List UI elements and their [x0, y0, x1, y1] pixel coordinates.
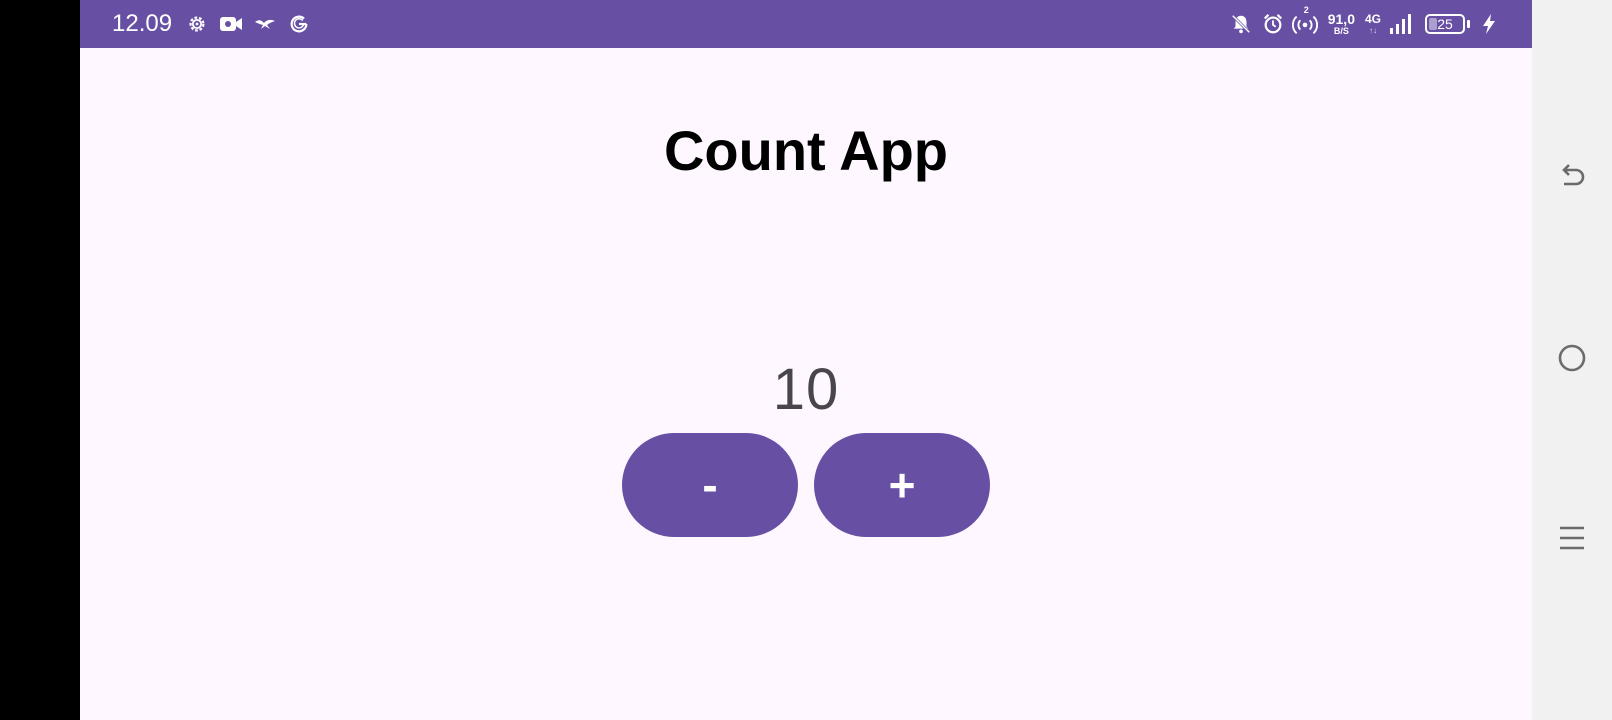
charging-bolt-icon: [1476, 11, 1502, 37]
battery-fill: [1429, 18, 1437, 30]
increment-button[interactable]: +: [814, 433, 990, 537]
decrement-button[interactable]: -: [622, 433, 798, 537]
app-window: 12.09 2 91,0 B/S 4G ↑↓ 25 Count App 10 -…: [80, 0, 1532, 720]
recent-apps-button[interactable]: [1552, 520, 1592, 560]
battery-nub: [1467, 20, 1470, 28]
home-button[interactable]: [1552, 340, 1592, 380]
network-type-label: 4G: [1364, 12, 1381, 26]
bell-off-icon: [1228, 11, 1254, 37]
settings-gear-icon: [184, 12, 210, 36]
g-logo-icon: [286, 12, 312, 36]
battery-level: 25: [1437, 16, 1453, 32]
network-type: 4G ↑↓: [1365, 13, 1381, 35]
back-button[interactable]: [1552, 160, 1592, 200]
page-title: Count App: [663, 119, 949, 182]
status-left-icons: [184, 12, 312, 36]
signal-bars-icon: [1387, 11, 1413, 37]
recent-menu-icon: [1556, 522, 1588, 559]
left-edge-bar: [0, 0, 80, 720]
network-speed-value: 91,0: [1327, 11, 1355, 27]
alarm-clock-icon: [1260, 11, 1286, 37]
navigation-bar: [1532, 0, 1612, 720]
hotspot-badge: 2: [1303, 5, 1309, 15]
status-time: 12.09: [112, 10, 173, 37]
count-value: 10: [772, 357, 840, 422]
network-speed: 91,0 B/S: [1328, 12, 1355, 36]
back-arrow-icon: [1556, 162, 1588, 199]
device-screen: 12.09 2 91,0 B/S 4G ↑↓ 25 Count App 10 -…: [0, 0, 1612, 720]
video-camera-icon: [218, 12, 244, 36]
network-speed-unit: B/S: [1333, 26, 1349, 36]
battery-icon: 25: [1425, 14, 1465, 34]
bird-icon: [252, 12, 278, 36]
hotspot-icon: 2: [1291, 5, 1318, 37]
status-bar: 12.09 2 91,0 B/S 4G ↑↓ 25: [80, 0, 1532, 48]
network-activity-arrows: ↑↓: [1368, 26, 1377, 35]
status-right-icons: 2 91,0 B/S 4G ↑↓ 25: [1228, 5, 1502, 40]
home-circle-icon: [1556, 342, 1588, 379]
